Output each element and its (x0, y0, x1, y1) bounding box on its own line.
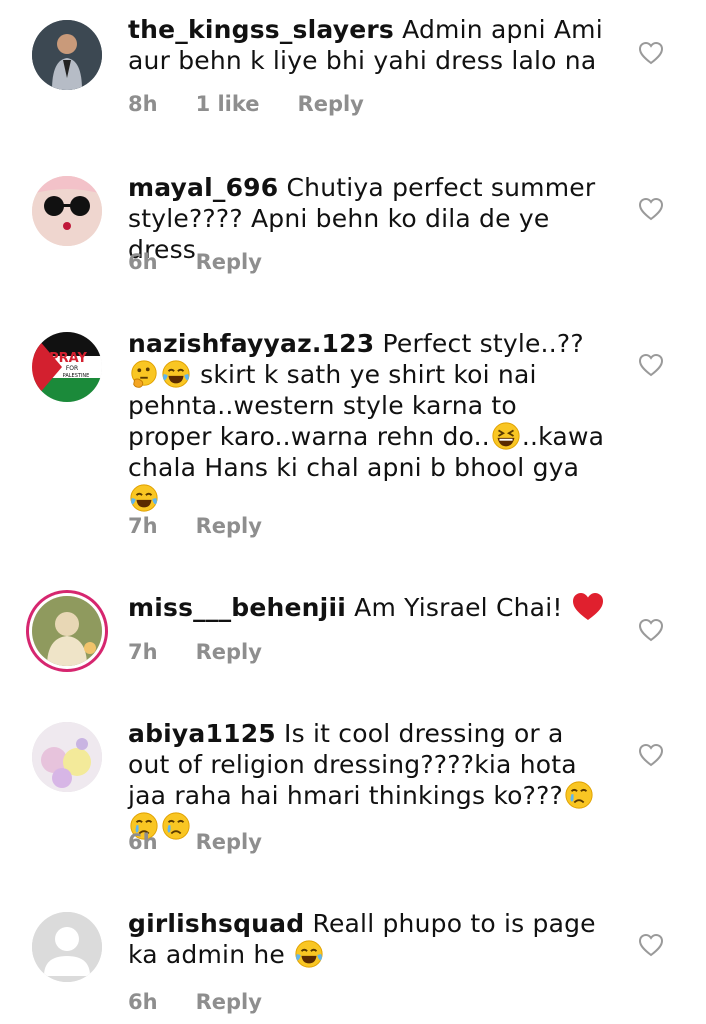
comment-text: the_kingss_slayers Admin apni Ami aur be… (128, 15, 603, 75)
thinking-face-icon (129, 359, 159, 389)
username[interactable]: abiya1125 (128, 719, 276, 748)
heart-outline-icon[interactable] (638, 742, 664, 768)
reply-button[interactable]: Reply (196, 990, 262, 1014)
heart-outline-icon[interactable] (638, 40, 664, 66)
grinning-squinting-face-icon (491, 421, 521, 451)
crying-face-icon (564, 780, 594, 810)
avatar[interactable]: PRAY FOR PALESTINE (32, 332, 102, 402)
heart-outline-icon[interactable] (638, 932, 664, 958)
timestamp: 6h (128, 250, 158, 274)
reply-button[interactable]: Reply (196, 514, 262, 538)
avatar[interactable] (32, 596, 102, 666)
username[interactable]: nazishfayyaz.123 (128, 329, 374, 358)
red-heart-icon (572, 593, 603, 620)
comment-meta: 8h 1 like Reply (128, 92, 364, 116)
reply-button[interactable]: Reply (196, 250, 262, 274)
heart-outline-icon[interactable] (638, 352, 664, 378)
reply-button[interactable]: Reply (298, 92, 364, 116)
avatar-text: PRAY (49, 351, 87, 366)
comment-text: girlishsquad Reall phupo to is page ka a… (128, 909, 596, 969)
timestamp: 8h (128, 92, 158, 116)
username[interactable]: mayal_696 (128, 173, 278, 202)
like-count[interactable]: 1 like (196, 92, 260, 116)
username[interactable]: miss___behenjii (128, 593, 346, 622)
comment-meta: 7h Reply (128, 640, 262, 664)
comment-meta: 6h Reply (128, 990, 262, 1014)
face-with-tears-of-joy-icon (294, 939, 324, 969)
face-with-tears-of-joy-icon (161, 359, 191, 389)
timestamp: 6h (128, 990, 158, 1014)
comment-meta: 6h Reply (128, 250, 262, 274)
heart-outline-icon[interactable] (638, 196, 664, 222)
comment-text: abiya1125 Is it cool dressing or a out o… (128, 718, 608, 842)
timestamp: 6h (128, 830, 158, 854)
timestamp: 7h (128, 640, 158, 664)
reply-button[interactable]: Reply (196, 830, 262, 854)
comment-meta: 6h Reply (128, 830, 262, 854)
avatar[interactable] (32, 722, 102, 792)
avatar-text: FOR (66, 365, 78, 372)
avatar-text: PALESTINE (63, 373, 90, 379)
comment-meta: 7h Reply (128, 514, 262, 538)
face-with-tears-of-joy-icon (129, 483, 159, 513)
heart-outline-icon[interactable] (638, 617, 664, 643)
avatar[interactable] (32, 912, 102, 982)
username[interactable]: girlishsquad (128, 909, 304, 938)
username[interactable]: the_kingss_slayers (128, 15, 394, 44)
comment-text: nazishfayyaz.123 Perfect style..?? skirt… (128, 328, 608, 514)
reply-button[interactable]: Reply (196, 640, 262, 664)
comment-text: miss___behenjii Am Yisrael Chai! (128, 592, 608, 623)
avatar[interactable] (32, 20, 102, 90)
timestamp: 7h (128, 514, 158, 538)
avatar[interactable] (32, 176, 102, 246)
